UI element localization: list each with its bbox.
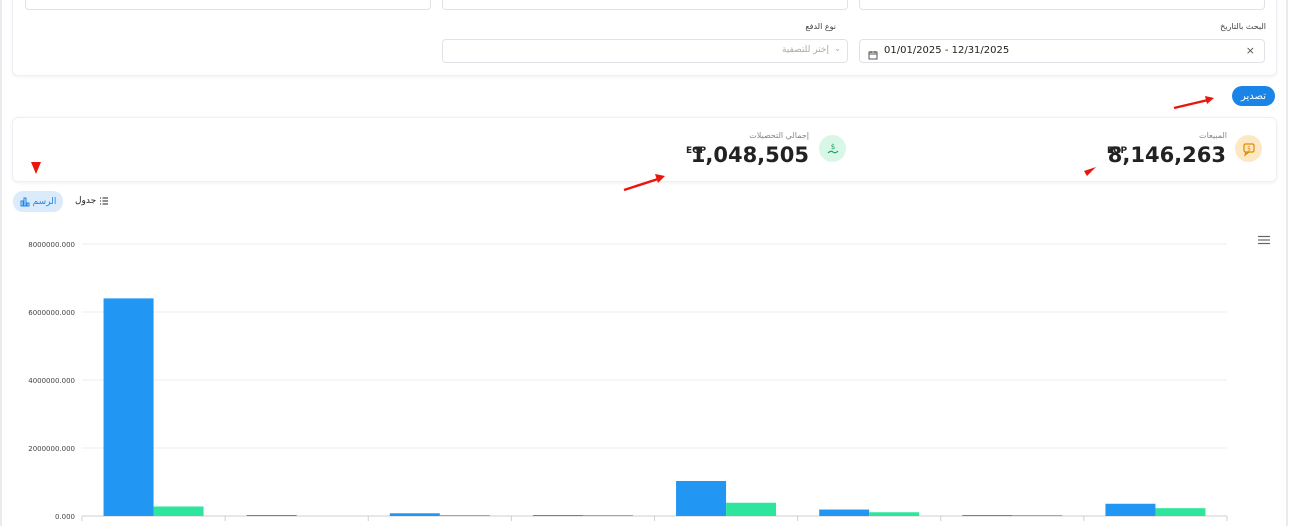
bar-series1 — [676, 480, 727, 516]
chevron-down-icon: ⌄ — [834, 44, 841, 53]
bar-series2 — [726, 502, 777, 516]
payment-type-select[interactable]: إختر للتصفية ⌄ — [442, 39, 848, 63]
annotation-arrow-chart-tab — [31, 162, 41, 174]
list-icon — [100, 197, 109, 205]
bar-series1 — [962, 515, 1013, 516]
table-view-tab[interactable]: جدول — [75, 196, 109, 206]
bar-series2 — [1155, 508, 1206, 516]
filter-field-top-2[interactable] — [442, 0, 848, 10]
date-range-value: 01/01/2025 - 12/31/2025 — [884, 45, 1010, 56]
sales-icon: $ — [1235, 135, 1262, 162]
date-filter-label: البحث بالتاريخ — [1220, 22, 1266, 31]
filter-card: البحث بالتاريخ 01/01/2025 - 12/31/2025 ×… — [12, 0, 1277, 76]
date-range-input[interactable]: 01/01/2025 - 12/31/2025 × — [859, 39, 1265, 63]
annotation-arrow-sales — [1084, 167, 1096, 176]
annotation-arrow-export — [1173, 96, 1214, 110]
bar-series1 — [819, 509, 870, 516]
bar-series2 — [439, 515, 490, 516]
y-tick-label: 0.000 — [55, 513, 75, 521]
chart-view-tab[interactable]: الرسم — [13, 191, 63, 212]
export-button[interactable]: تصدير — [1232, 86, 1275, 106]
y-tick-label: 6000000.000 — [28, 309, 75, 317]
sales-label: المبيعات — [1199, 131, 1227, 140]
payment-type-placeholder: إختر للتصفية — [782, 45, 829, 55]
calendar-icon — [868, 45, 878, 64]
bar-series2 — [582, 515, 633, 516]
svg-text:$: $ — [1247, 145, 1251, 152]
y-tick-label: 8000000.000 — [28, 241, 75, 249]
filter-field-top-3[interactable] — [859, 0, 1265, 10]
bar-series1 — [1105, 503, 1156, 516]
clear-icon[interactable]: × — [1246, 44, 1255, 57]
bar-series1 — [103, 298, 154, 516]
bar-series2 — [153, 506, 204, 516]
chart-icon — [20, 197, 30, 206]
left-rail — [0, 0, 2, 526]
chart-menu-icon[interactable] — [1258, 230, 1270, 249]
svg-text:$: $ — [830, 143, 834, 151]
payment-type-label: نوع الدفع — [805, 22, 836, 31]
sales-currency: EGP — [1107, 146, 1128, 156]
bar-series1 — [246, 515, 297, 516]
bar-chart: 0.000 2000000.000 4000000.000 6000000.000 80… — [28, 241, 1228, 521]
annotation-arrow-collections — [623, 174, 665, 192]
bar-series2 — [1012, 515, 1063, 516]
table-view-label: جدول — [75, 196, 97, 206]
filter-field-top-1[interactable] — [25, 0, 431, 10]
right-rail — [1286, 0, 1288, 526]
collections-icon: $ — [819, 135, 846, 162]
y-tick-label: 4000000.000 — [28, 377, 75, 385]
bar-series1 — [532, 515, 583, 516]
chart-view-label: الرسم — [32, 196, 57, 207]
collections-value: 1,048,505 — [690, 143, 809, 167]
bar-series1 — [389, 513, 440, 516]
bar-series2 — [869, 512, 920, 516]
y-tick-label: 2000000.000 — [28, 445, 75, 453]
collections-label: إجمالي التحصيلات — [749, 131, 809, 140]
collections-currency: EGP — [686, 146, 707, 156]
